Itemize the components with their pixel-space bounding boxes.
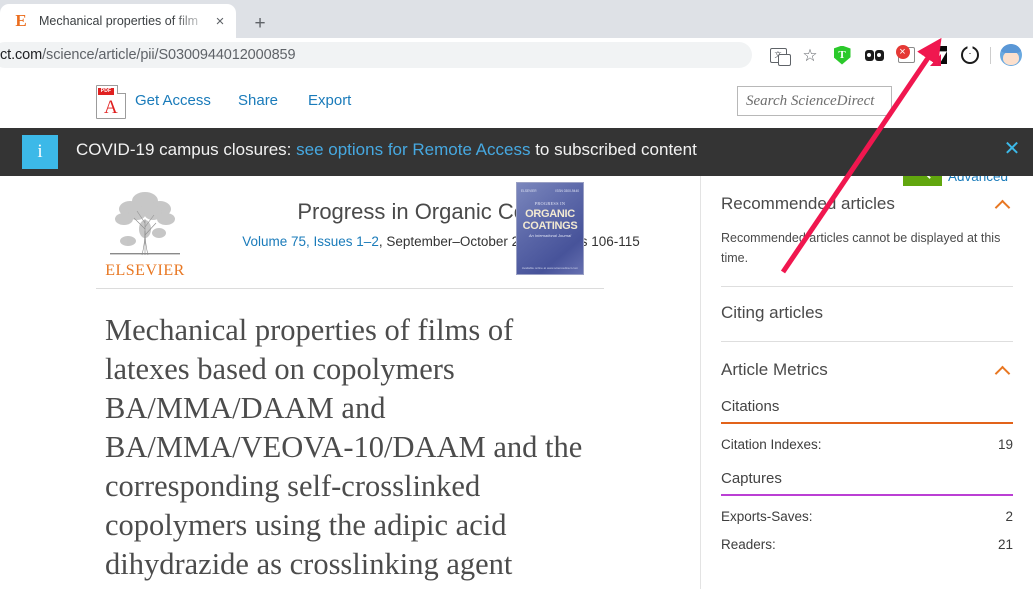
elsevier-tree-icon [110,192,180,256]
journal-cover-image[interactable]: ELSEVIER ISSN 0300-9440 PROGRESS IN ORGAN… [516,182,584,275]
metric-row: Citation Indexes: 19 [721,437,1013,452]
tab-strip: E Mechanical properties of film × + [0,0,1033,38]
url-text: ct.com/science/article/pii/S030094401200… [0,47,296,63]
url-domain: ct.com [0,47,43,63]
profile-avatar-icon[interactable] [995,39,1027,71]
remote-access-link[interactable]: see options for Remote Access [296,140,530,159]
close-icon[interactable]: × [210,11,230,31]
browser-toolbar: ct.com/science/article/pii/S030094401200… [0,38,1033,72]
page-viewport: PDF A Get Access Share Export Search Sci… [0,72,1033,589]
page-title: Mechanical properties of films of latexe… [105,313,583,581]
chevron-up-icon[interactable] [995,198,1013,210]
metric-value: 2 [1005,509,1013,524]
elsevier-e-favicon: E [15,11,27,30]
elsevier-logo: ELSEVIER [104,185,186,280]
article-action-bar: PDF A Get Access Share Export Search Sci… [0,72,1033,128]
cover-journal-name: ORGANIC COATINGS [517,208,583,232]
chevron-up-icon[interactable] [995,364,1013,376]
cover-progress-line: PROGRESS IN [534,201,566,206]
cover-footer: Available online at www.sciencedirect.co… [521,266,579,270]
metrics-rule-captures [721,494,1013,496]
cover-name-line1: ORGANIC [525,208,575,220]
power-extension-icon[interactable] [954,39,986,71]
citing-articles-header[interactable]: Citing articles [721,287,1013,341]
metrics-rule-citations [721,422,1013,424]
article-sidebar: Recommended articles Recommended article… [700,176,1033,589]
covid-banner: i COVID-19 campus closures: see options … [0,128,1033,176]
recommended-articles-note: Recommended articles cannot be displayed… [721,231,1001,265]
article-metrics-header[interactable]: Article Metrics [721,342,1013,380]
adblock-extension-icon[interactable] [890,39,922,71]
search-input[interactable]: Search ScienceDirect [737,86,892,116]
glasses-extension-icon[interactable] [858,39,890,71]
article-metrics-title: Article Metrics [721,360,828,379]
metric-label: Citation Indexes: [721,437,822,452]
citing-articles-title: Citing articles [721,303,824,322]
info-icon: i [22,135,58,169]
metric-label: Exports-Saves: [721,509,813,524]
export-link[interactable]: Export [308,92,351,109]
banner-close-icon[interactable]: ✕ [999,136,1025,162]
toolbar-divider [990,46,991,64]
recommended-articles-header[interactable]: Recommended articles [721,176,1013,214]
banner-text: COVID-19 campus closures: see options fo… [76,140,697,160]
address-bar[interactable]: ct.com/science/article/pii/S030094401200… [0,42,752,68]
search-placeholder: Search ScienceDirect [746,92,875,109]
metrics-group-captures-label: Captures [721,470,782,487]
cover-subtitle: An International Journal [528,233,572,238]
elsevier-wordmark: ELSEVIER [105,262,185,279]
toolbar-icons: 文 ☆ T [762,38,1027,72]
banner-text-after: to subscribed content [530,140,697,159]
pdf-icon: PDF A [96,85,126,119]
metric-value: 19 [997,437,1013,452]
journal-issue-meta: Volume 75, Issues 1–2, September–October… [206,234,676,249]
share-link[interactable]: Share [238,92,278,109]
article-content: ELSEVIER Progress in Organic Coatings Vo… [0,176,1033,589]
metric-label: Readers: [721,537,776,552]
recommended-articles-title: Recommended articles [721,194,895,213]
shield-extension-icon[interactable]: T [826,39,858,71]
article-main-column: ELSEVIER Progress in Organic Coatings Vo… [0,176,700,589]
bookmark-star-icon[interactable]: ☆ [794,39,826,71]
browser-tab[interactable]: E Mechanical properties of film × [0,4,236,38]
journal-header: ELSEVIER Progress in Organic Coatings Vo… [96,176,640,289]
tab-title: Mechanical properties of film [39,14,199,28]
metric-row: Readers: 21 [721,537,1013,552]
metric-row: Exports-Saves: 2 [721,509,1013,524]
metric-value: 21 [997,537,1013,552]
banner-text-before: COVID-19 campus closures: [76,140,297,159]
translate-icon[interactable]: 文 [762,39,794,71]
cover-name-line2: COATINGS [522,219,578,232]
browser-chrome: E Mechanical properties of film × + [0,0,1033,38]
volume-issue-link[interactable]: Volume 75, Issues 1–2 [242,234,379,249]
new-tab-button[interactable]: + [246,9,274,37]
get-access-link[interactable]: Get Access [135,92,211,109]
url-path: /science/article/pii/S0300944012000859 [42,47,296,63]
flag-extension-icon[interactable] [922,39,954,71]
metrics-group-citations-label: Citations [721,398,780,415]
cover-top-left: ELSEVIER [521,188,537,193]
issue-date-pages: , September–October 2012, Pages 106-115 [378,234,640,249]
cover-top-right: ISSN 0300-9440 [555,188,579,193]
